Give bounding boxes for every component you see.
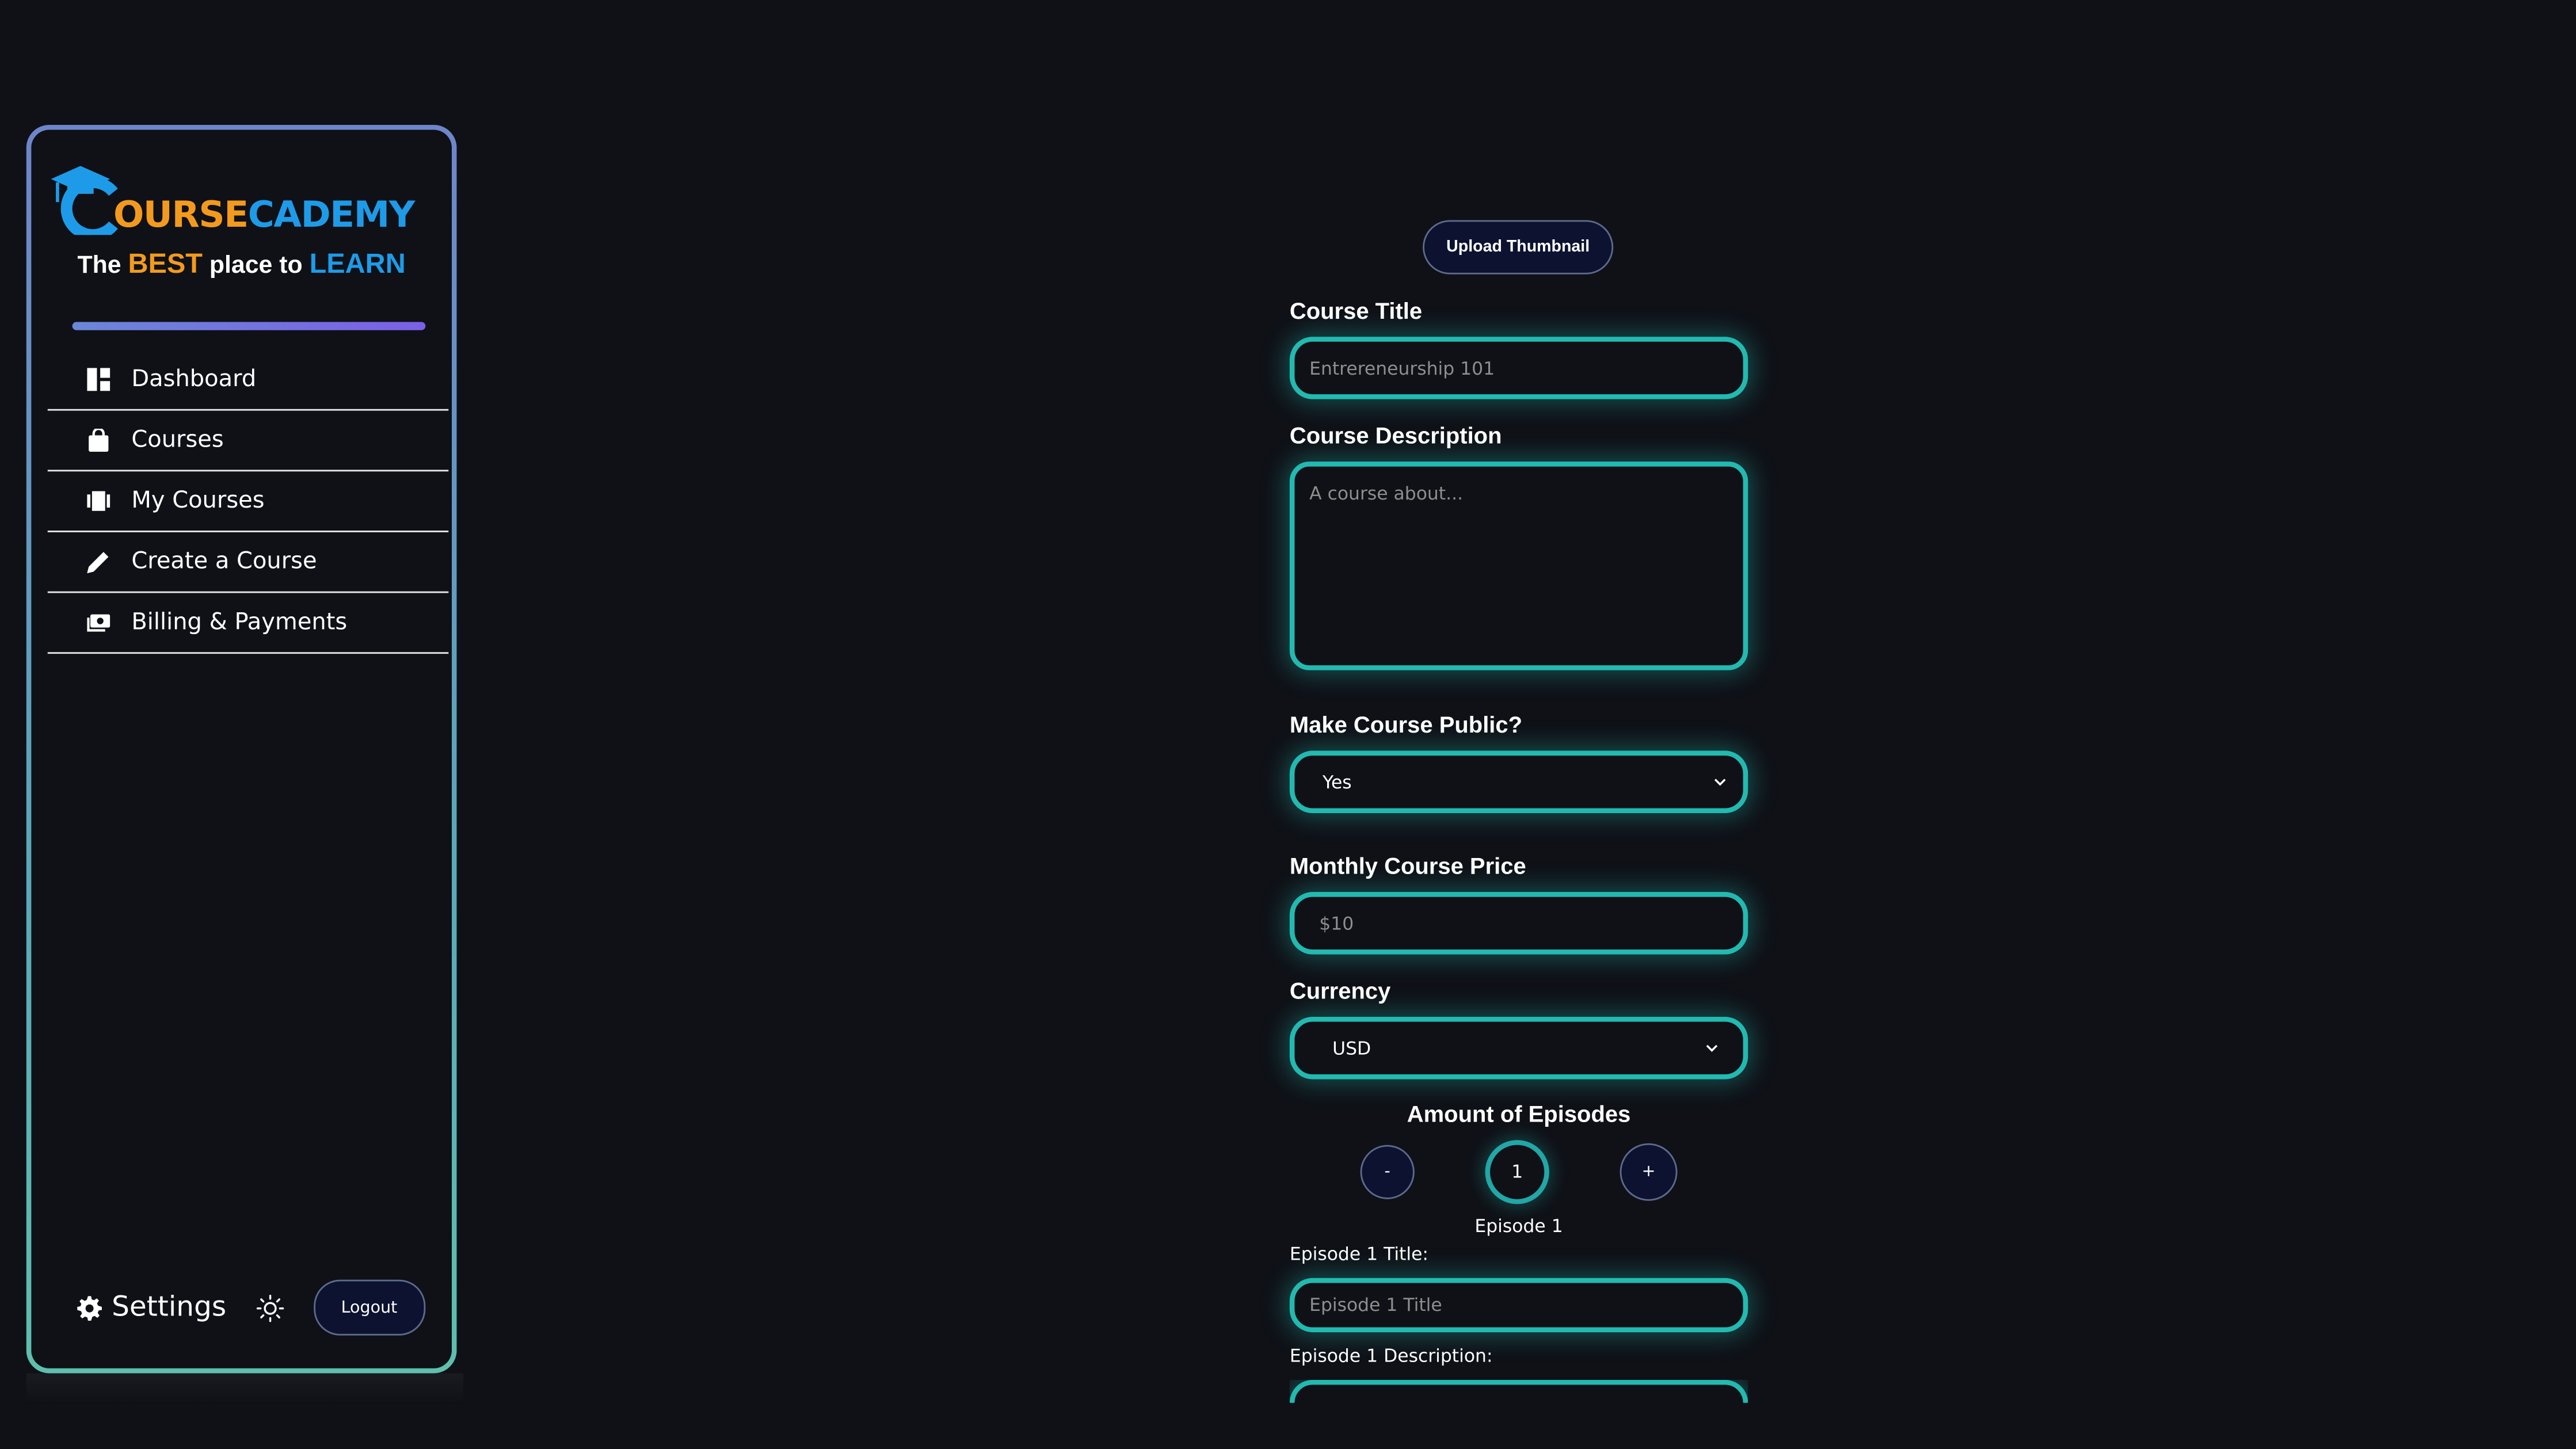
logo-text-cademy: CADEMY <box>247 195 416 237</box>
monthly-price-label: Monthly Course Price <box>1289 852 1526 879</box>
course-description-placeholder: A course about... <box>1309 483 1464 505</box>
sidebar-item-courses[interactable]: Courses <box>47 411 449 472</box>
episode-description-label: Episode 1 Description: <box>1289 1345 1493 1367</box>
currency-select[interactable]: USD <box>1289 1016 1748 1080</box>
settings-label: Settings <box>112 1291 227 1324</box>
episodes-amount-label: Amount of Episodes <box>1407 1100 1631 1127</box>
episode-title-label: Episode 1 Title: <box>1289 1243 1429 1265</box>
sidebar-item-create-course[interactable]: Create a Course <box>47 532 449 593</box>
sidebar-divider <box>72 322 426 330</box>
sidebar-footer: Settings Logout <box>77 1279 425 1336</box>
sun-icon[interactable] <box>256 1294 284 1322</box>
make-public-label: Make Course Public? <box>1289 711 1523 738</box>
make-public-select[interactable]: Yes <box>1289 750 1748 814</box>
decrement-episodes-button[interactable]: - <box>1360 1145 1415 1199</box>
episode-title-input[interactable]: Episode 1 Title <box>1289 1278 1748 1333</box>
sidebar-nav: Dashboard Courses My Courses Create a Co… <box>47 350 449 654</box>
episode-count: 1 <box>1485 1140 1549 1204</box>
sidebar-item-label: Create a Course <box>131 548 317 575</box>
tagline-mid: place to <box>202 251 310 280</box>
sidebar-item-label: My Courses <box>131 487 265 514</box>
sidebar-item-label: Dashboard <box>131 366 257 393</box>
sidebar-item-my-courses[interactable]: My Courses <box>47 471 449 532</box>
tagline: The BEST place to LEARN <box>31 248 452 281</box>
make-public-value: Yes <box>1322 771 1352 793</box>
sidebar-item-billing[interactable]: Billing & Payments <box>47 593 449 654</box>
course-title-input[interactable]: Entrereneurship 101 <box>1289 337 1748 399</box>
logout-button[interactable]: Logout <box>313 1279 425 1336</box>
sidebar-item-dashboard[interactable]: Dashboard <box>47 350 449 411</box>
tagline-best: BEST <box>128 248 203 280</box>
course-title-label: Course Title <box>1289 297 1423 324</box>
increment-episodes-button[interactable]: + <box>1619 1143 1678 1201</box>
monthly-price-input[interactable]: $10 <box>1289 892 1748 955</box>
episode-description-input[interactable] <box>1289 1379 1748 1403</box>
episode-description-clip <box>1289 1379 1748 1403</box>
coursecademy-logo[interactable]: OURSECADEMY <box>44 152 455 251</box>
logo-text-ourse: OURSE <box>113 195 249 237</box>
settings-button[interactable]: Settings <box>77 1291 226 1324</box>
currency-value: USD <box>1332 1037 1371 1059</box>
gear-icon <box>77 1295 102 1320</box>
page-bottom-mask <box>0 1402 2576 1449</box>
sidebar: OURSECADEMY The BEST place to LEARN Dash… <box>26 125 457 1373</box>
upload-thumbnail-button[interactable]: Upload Thumbnail <box>1423 220 1614 274</box>
payments-icon <box>87 614 110 632</box>
sidebar-item-label: Courses <box>131 427 224 453</box>
shopping-bag-icon <box>89 429 109 452</box>
graduation-cap-icon <box>51 166 118 235</box>
dashboard-icon <box>87 368 110 391</box>
currency-label: Currency <box>1289 977 1391 1004</box>
chevron-down-icon <box>1706 1044 1718 1052</box>
sidebar-item-label: Billing & Payments <box>131 609 348 636</box>
chevron-down-icon <box>1714 779 1726 786</box>
tagline-pre: The <box>77 251 128 280</box>
course-description-textarea[interactable]: A course about... <box>1289 462 1748 670</box>
episode-heading: Episode 1 <box>1474 1215 1563 1237</box>
tagline-learn: LEARN <box>309 248 406 280</box>
library-icon <box>87 491 110 511</box>
pencil-icon <box>87 552 109 574</box>
sidebar-shadow <box>26 1373 463 1403</box>
course-description-label: Course Description <box>1289 422 1502 449</box>
